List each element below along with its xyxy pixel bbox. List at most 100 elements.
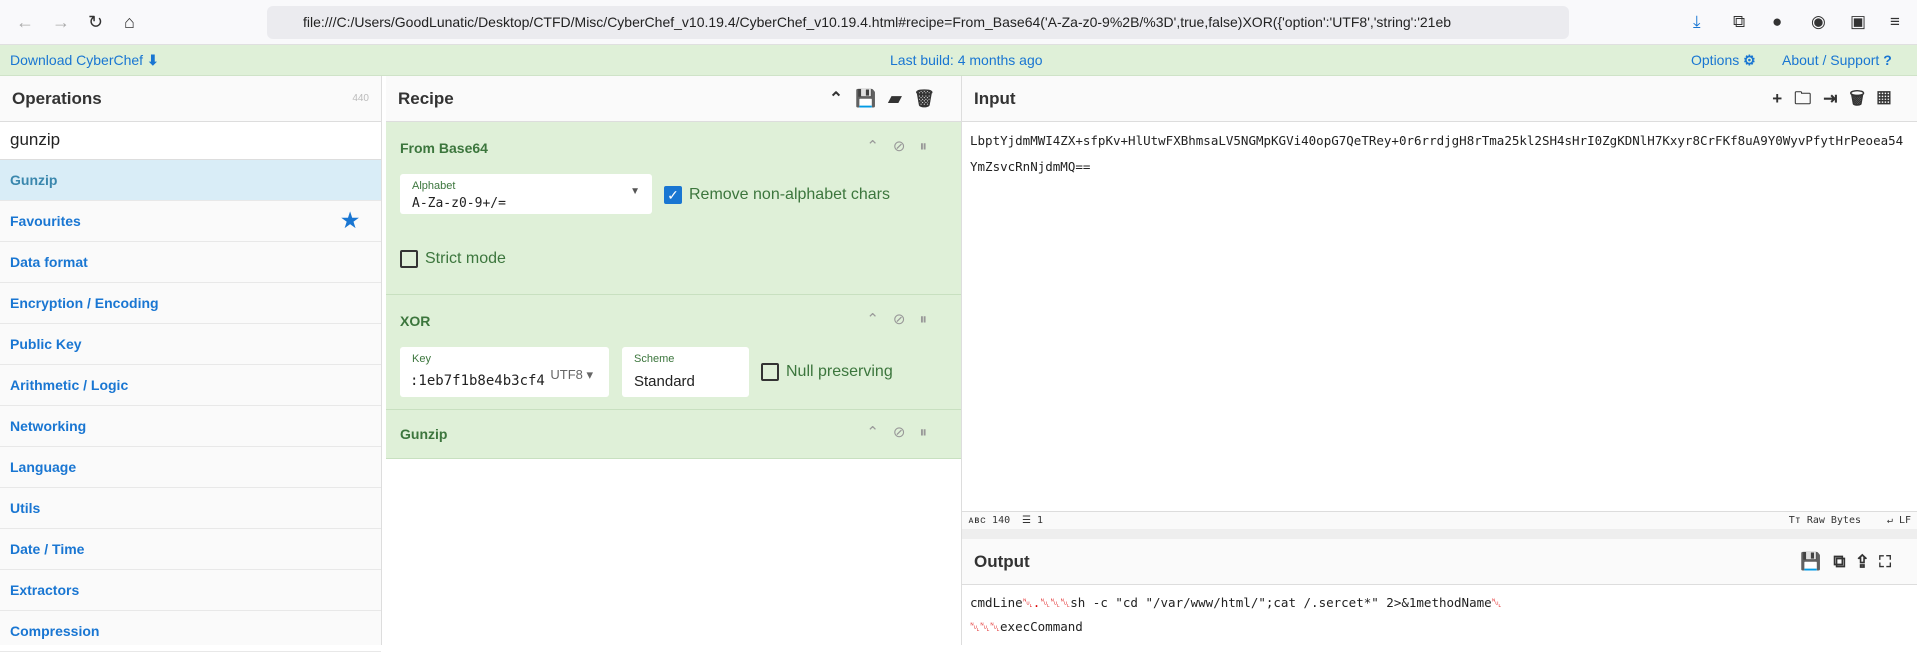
load-recipe-icon[interactable]: ▰ xyxy=(888,89,913,108)
forward-icon[interactable]: → xyxy=(52,12,70,33)
category-data-format[interactable]: Data format xyxy=(0,242,381,283)
checkbox-icon xyxy=(400,250,418,268)
scheme-label: Scheme xyxy=(634,353,675,365)
about-label: About / Support xyxy=(1782,52,1880,68)
key-label: Key xyxy=(412,353,431,365)
pause-icon[interactable]: ⏸ xyxy=(919,138,941,155)
menu-icon[interactable]: ≡ xyxy=(1890,12,1900,32)
top-banner: Download CyberChef ⬇ Last build: 4 month… xyxy=(0,45,1917,76)
lines-stat: ☰ 1 xyxy=(1022,515,1044,526)
star-icon: ★ xyxy=(341,210,359,232)
encoding-button[interactable]: Tт Raw Bytes xyxy=(1789,512,1861,530)
save-recipe-icon[interactable]: 💾 xyxy=(855,89,888,108)
chevron-up-icon[interactable]: ⌃ xyxy=(866,138,893,155)
avatar-icon[interactable]: ◉ xyxy=(1811,12,1826,32)
reload-icon[interactable]: ↻ xyxy=(88,12,103,33)
lines-value: 1 xyxy=(1037,515,1044,526)
input-title: Input xyxy=(974,89,1016,108)
op-title: Gunzip xyxy=(400,426,448,442)
operations-search-input[interactable]: gunzip xyxy=(0,122,381,160)
open-file-icon[interactable]: ⇥ xyxy=(1823,89,1849,108)
recipe-op-gunzip[interactable]: Gunzip ⌃⊘⏸ xyxy=(386,410,961,459)
add-tab-icon[interactable]: + xyxy=(1772,89,1794,108)
disable-icon[interactable]: ⊘ xyxy=(893,138,920,155)
category-utils[interactable]: Utils xyxy=(0,488,381,529)
operations-header: Operations 440 xyxy=(0,76,381,122)
output-text[interactable]: cmdLine␀.␀␀␀sh -c "cd "/var/www/html/";c… xyxy=(962,585,1917,645)
recipe-title: Recipe xyxy=(398,89,454,108)
clear-input-icon[interactable]: 🗑 xyxy=(1849,89,1876,108)
output-segment: sh -c "cd "/var/www/html/";cat /.sercet*… xyxy=(1070,595,1492,610)
key-value: :1eb7f1b8e4b3cf4 xyxy=(410,373,545,389)
op-title: From Base64 xyxy=(400,140,488,156)
pause-icon[interactable]: ⏸ xyxy=(919,424,941,441)
home-icon[interactable]: ⌂ xyxy=(124,12,135,33)
category-language[interactable]: Language xyxy=(0,447,381,488)
output-line: ␀␀␀execCommand xyxy=(970,615,1909,639)
recipe-op-from-base64[interactable]: From Base64 ⌃⊘⏸ Alphabet A-Za-z0-9+/= ▼ … xyxy=(386,122,961,295)
chevron-up-icon[interactable]: ⌃ xyxy=(866,311,893,328)
input-textarea[interactable]: LbptYjdmMWI4ZX+sfpKv+HlUtwFXBhmsaLV5NGMp… xyxy=(962,122,1917,186)
category-favourites[interactable]: Favourites ★ xyxy=(0,201,381,242)
collapse-all-icon[interactable]: ⌃ xyxy=(829,89,855,108)
category-public-key[interactable]: Public Key xyxy=(0,324,381,365)
options-button[interactable]: Options ⚙ xyxy=(1691,45,1756,76)
alphabet-value: A-Za-z0-9+/= xyxy=(412,196,506,211)
output-title: Output xyxy=(974,552,1030,571)
op-title: XOR xyxy=(400,313,431,329)
category-arithmetic-logic[interactable]: Arithmetic / Logic xyxy=(0,365,381,406)
op-item-gunzip[interactable]: Gunzip xyxy=(0,160,381,201)
download-arrow-icon: ⬇ xyxy=(146,52,159,68)
category-networking[interactable]: Networking xyxy=(0,406,381,447)
disable-icon[interactable]: ⊘ xyxy=(893,311,920,328)
extensions-icon[interactable]: ⧉ xyxy=(1733,12,1745,32)
output-segment: cmdLine xyxy=(970,595,1023,610)
download-label: Download CyberChef xyxy=(10,52,144,68)
recipe-op-xor[interactable]: XOR ⌃⊘⏸ Key :1eb7f1b8e4b3cf4 UTF8 ▾ Sche… xyxy=(386,295,961,410)
copy-output-icon[interactable]: ⧉ xyxy=(1833,552,1857,571)
input-header: Input +🗀⇥🗑▦ xyxy=(962,76,1917,122)
strict-mode-checkbox[interactable]: Strict mode xyxy=(400,250,506,268)
eol-label: LF xyxy=(1898,515,1911,526)
sidebar-icon[interactable]: ▣ xyxy=(1850,12,1866,32)
pause-icon[interactable]: ⏸ xyxy=(919,311,941,328)
browser-toolbar: ← → ↻ ⌂ file:///C:/Users/GoodLunatic/Des… xyxy=(0,0,1917,45)
replace-input-icon[interactable]: ⇪ xyxy=(1857,552,1879,571)
operations-count: 440 xyxy=(352,93,369,104)
download-cyberchef-link[interactable]: Download CyberChef ⬇ xyxy=(10,45,159,76)
dropdown-caret-icon: ▼ xyxy=(630,186,640,197)
extension-icon[interactable]: ● xyxy=(1772,12,1782,32)
chevron-up-icon[interactable]: ⌃ xyxy=(866,424,893,441)
maximize-icon[interactable]: ⛶ xyxy=(1879,552,1903,571)
remove-non-alphabet-checkbox[interactable]: ✓ Remove non-alphabet chars xyxy=(664,186,890,204)
disable-icon[interactable]: ⊘ xyxy=(893,424,920,441)
null-preserving-checkbox[interactable]: Null preserving xyxy=(761,363,893,381)
xor-key-input[interactable]: Key :1eb7f1b8e4b3cf4 UTF8 ▾ xyxy=(400,347,609,397)
address-bar[interactable]: file:///C:/Users/GoodLunatic/Desktop/CTF… xyxy=(267,6,1569,39)
operations-panel: Operations 440 gunzip Gunzip Favourites ★ … xyxy=(0,76,382,652)
io-panel: Input +🗀⇥🗑▦ LbptYjdmMWI4ZX+sfpKv+HlUtwFX… xyxy=(962,76,1917,645)
back-icon[interactable]: ← xyxy=(16,12,34,33)
eol-button[interactable]: ↵ LF xyxy=(1887,512,1911,530)
output-header: Output 💾⧉⇪⛶ xyxy=(962,539,1917,585)
save-output-icon[interactable]: 💾 xyxy=(1800,552,1833,571)
checkbox-label: Remove non-alphabet chars xyxy=(689,186,891,203)
options-label: Options xyxy=(1691,52,1740,68)
recipe-panel: Recipe ⌃💾▰🗑 From Base64 ⌃⊘⏸ Alphabet A-Z… xyxy=(386,76,962,645)
download-icon[interactable]: ⤓ xyxy=(1693,12,1701,32)
length-stat: ᴀʙᴄ 140 xyxy=(968,515,1011,526)
scheme-select[interactable]: Scheme Standard xyxy=(622,347,749,397)
key-format-dropdown[interactable]: UTF8 ▾ xyxy=(550,367,593,383)
category-extractors[interactable]: Extractors xyxy=(0,570,381,611)
layout-icon[interactable]: ▦ xyxy=(1877,89,1903,108)
category-label: Favourites xyxy=(10,213,81,229)
category-encryption-encoding[interactable]: Encryption / Encoding xyxy=(0,283,381,324)
category-compression[interactable]: Compression xyxy=(0,611,381,652)
input-status-bar: ᴀʙᴄ 140 ☰ 1 Tт Raw Bytes ↵ LF xyxy=(962,511,1917,529)
alphabet-select[interactable]: Alphabet A-Za-z0-9+/= ▼ xyxy=(400,174,652,214)
io-splitter[interactable] xyxy=(962,529,1917,539)
category-date-time[interactable]: Date / Time xyxy=(0,529,381,570)
about-support-button[interactable]: About / Support ? xyxy=(1782,45,1892,76)
open-folder-icon[interactable]: 🗀 xyxy=(1794,89,1823,108)
clear-recipe-icon[interactable]: 🗑 xyxy=(913,89,947,108)
